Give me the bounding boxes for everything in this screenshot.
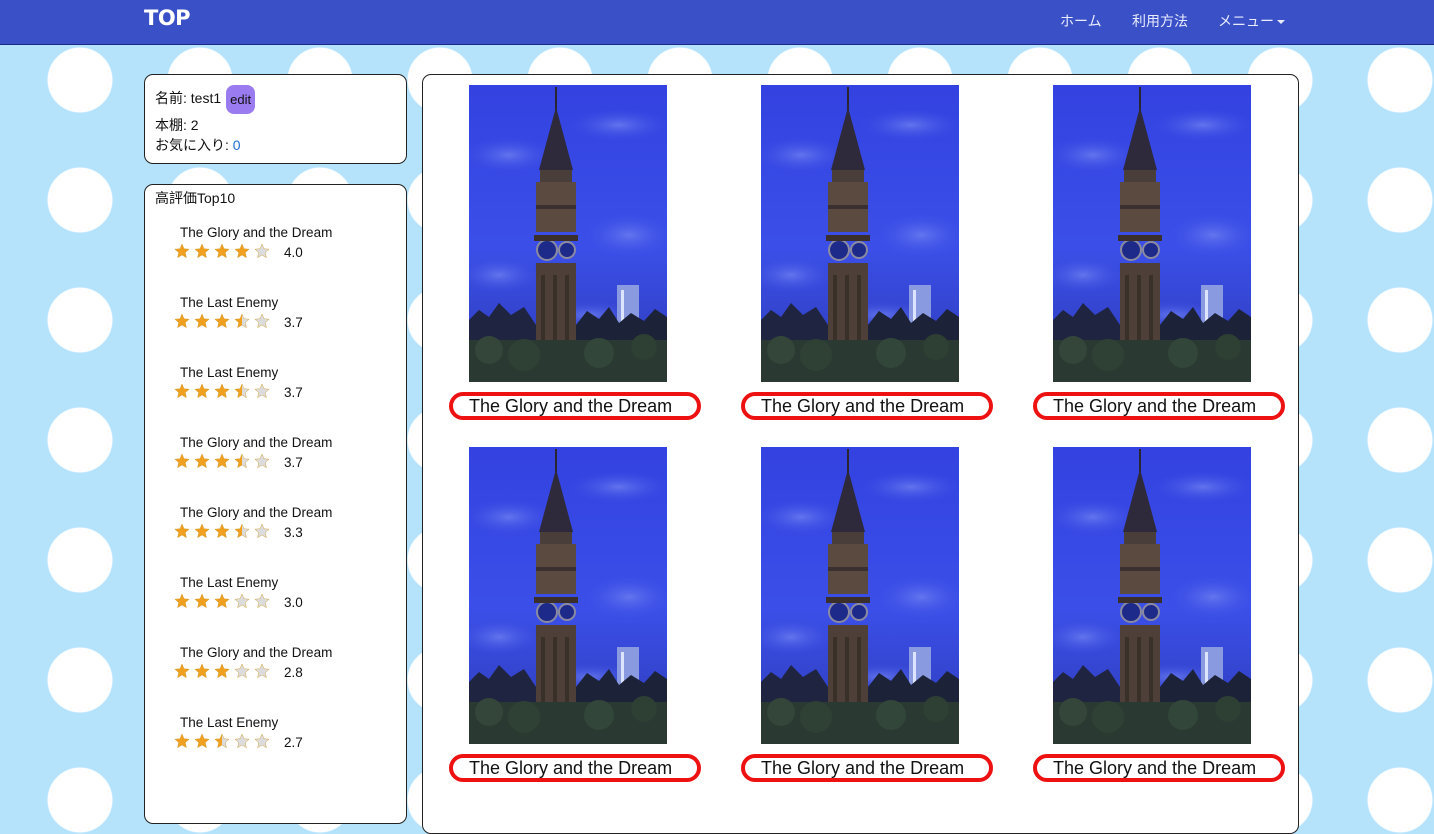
ranking-item-title: The Glory and the Dream — [180, 435, 333, 450]
nav-menu-dropdown[interactable]: メニュー — [1218, 11, 1285, 31]
star-full-icon — [174, 523, 190, 539]
star-half-icon — [234, 523, 250, 539]
star-full-icon — [214, 383, 230, 399]
star-full-icon — [174, 593, 190, 609]
star-empty-icon — [254, 733, 270, 749]
star-full-icon — [214, 663, 230, 679]
star-full-icon — [174, 453, 190, 469]
star-half-icon — [234, 383, 250, 399]
star-half-icon — [234, 313, 250, 329]
star-full-icon — [174, 383, 190, 399]
profile-shelves: 本棚: 2 — [155, 117, 199, 133]
ranking-item-score: 3.7 — [284, 315, 303, 330]
bookshelf-grid: The Glory and the Dream The Glory and the… — [422, 74, 1299, 834]
star-full-icon — [194, 593, 210, 609]
star-full-icon — [194, 383, 210, 399]
star-half-icon — [214, 733, 230, 749]
star-full-icon — [174, 733, 190, 749]
star-full-icon — [214, 313, 230, 329]
book-title[interactable]: The Glory and the Dream — [741, 392, 993, 420]
ranking-item[interactable]: The Last Enemy 2.7 — [174, 715, 400, 765]
ranking-item-title: The Last Enemy — [180, 575, 279, 590]
star-empty-icon — [254, 313, 270, 329]
star-full-icon — [214, 523, 230, 539]
star-empty-icon — [254, 593, 270, 609]
ranking-item[interactable]: The Last Enemy 3.7 — [174, 295, 400, 345]
ranking-item[interactable]: The Glory and the Dream 4.0 — [174, 225, 400, 275]
star-full-icon — [214, 453, 230, 469]
star-full-icon — [234, 243, 250, 259]
favorites-count-link[interactable]: 0 — [233, 137, 241, 153]
star-half-icon — [234, 453, 250, 469]
star-empty-icon — [254, 663, 270, 679]
ranking-panel: 高評価Top10 The Glory and the Dream 4.0 The L… — [144, 184, 407, 824]
ranking-item-score: 2.7 — [284, 735, 303, 750]
ranking-item[interactable]: The Last Enemy 3.0 — [174, 575, 400, 625]
nav-home-link[interactable]: ホーム — [1060, 11, 1102, 31]
book-title[interactable]: The Glory and the Dream — [449, 754, 701, 782]
profile-name-row: 名前: test1 edit — [155, 85, 256, 114]
nav-menu-label: メニュー — [1218, 13, 1274, 29]
star-full-icon — [194, 663, 210, 679]
star-empty-icon — [234, 663, 250, 679]
star-full-icon — [174, 663, 190, 679]
star-full-icon — [214, 593, 230, 609]
ranking-item-score: 2.8 — [284, 665, 303, 680]
star-full-icon — [194, 313, 210, 329]
ranking-item-score: 3.3 — [284, 525, 303, 540]
ranking-item-score: 3.0 — [284, 595, 303, 610]
book-title[interactable]: The Glory and the Dream — [1033, 392, 1285, 420]
book-title[interactable]: The Glory and the Dream — [1033, 754, 1285, 782]
book-cover-image[interactable] — [1053, 85, 1251, 382]
star-full-icon — [194, 523, 210, 539]
ranking-item-score: 4.0 — [284, 245, 303, 260]
star-empty-icon — [254, 523, 270, 539]
book-cover-image[interactable] — [761, 447, 959, 744]
profile-panel: 名前: test1 edit 本棚: 2 お気に入り: 0 — [144, 74, 407, 164]
ranking-item[interactable]: The Last Enemy 3.7 — [174, 365, 400, 415]
ranking-item[interactable]: The Glory and the Dream 2.8 — [174, 645, 400, 695]
book-cover-image[interactable] — [761, 85, 959, 382]
favorites-label: お気に入り: — [155, 137, 233, 153]
profile-name: 名前: test1 — [155, 90, 222, 107]
ranking-item-score: 3.7 — [284, 455, 303, 470]
star-empty-icon — [254, 243, 270, 259]
edit-button[interactable]: edit — [226, 85, 256, 114]
ranking-title: 高評価Top10 — [155, 190, 236, 206]
star-full-icon — [194, 453, 210, 469]
brand-link[interactable]: TOP — [144, 6, 191, 30]
nav-howto-link[interactable]: 利用方法 — [1132, 11, 1188, 31]
book-cover-image[interactable] — [469, 85, 667, 382]
ranking-item-title: The Last Enemy — [180, 715, 279, 730]
ranking-item[interactable]: The Glory and the Dream 3.3 — [174, 505, 400, 555]
star-empty-icon — [234, 733, 250, 749]
star-empty-icon — [254, 453, 270, 469]
profile-favorites-row: お気に入り: 0 — [155, 135, 241, 155]
star-full-icon — [194, 733, 210, 749]
ranking-item[interactable]: The Glory and the Dream 3.7 — [174, 435, 400, 485]
book-title[interactable]: The Glory and the Dream — [741, 754, 993, 782]
ranking-item-title: The Last Enemy — [180, 295, 279, 310]
caret-down-icon — [1277, 20, 1285, 25]
navbar: TOP ホーム 利用方法 メニュー — [0, 0, 1434, 45]
book-cover-image[interactable] — [1053, 447, 1251, 744]
star-empty-icon — [234, 593, 250, 609]
ranking-item-title: The Glory and the Dream — [180, 645, 333, 660]
ranking-item-title: The Last Enemy — [180, 365, 279, 380]
book-cover-image[interactable] — [469, 447, 667, 744]
star-empty-icon — [254, 383, 270, 399]
star-full-icon — [194, 243, 210, 259]
ranking-item-title: The Glory and the Dream — [180, 505, 333, 520]
star-full-icon — [214, 243, 230, 259]
star-full-icon — [174, 243, 190, 259]
ranking-item-score: 3.7 — [284, 385, 303, 400]
book-title[interactable]: The Glory and the Dream — [449, 392, 701, 420]
star-full-icon — [174, 313, 190, 329]
ranking-item-title: The Glory and the Dream — [180, 225, 333, 240]
